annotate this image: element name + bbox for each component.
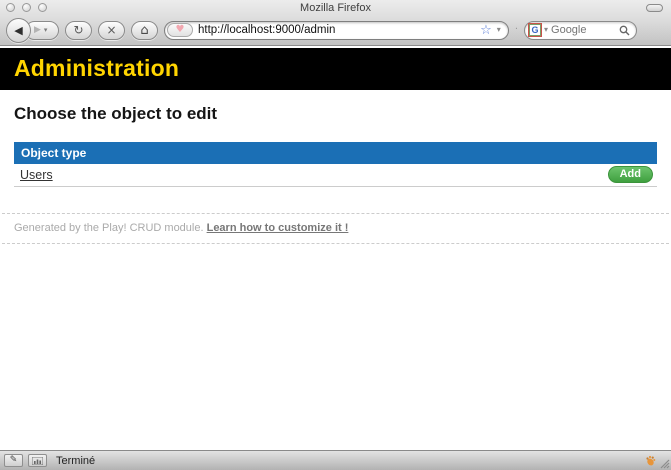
- table-row: Users Add: [14, 164, 657, 187]
- history-dropdown-icon[interactable]: ▾: [44, 27, 48, 34]
- object-type-table: Object type Users Add: [14, 142, 657, 187]
- page-viewport: Administration Choose the object to edit…: [0, 46, 671, 450]
- table-header: Object type: [14, 142, 657, 164]
- search-input[interactable]: [551, 24, 616, 36]
- google-logo-icon: G: [529, 24, 541, 36]
- back-icon: ◀: [14, 25, 22, 36]
- forward-icon: ▶: [34, 26, 41, 35]
- page-heading: Choose the object to edit: [14, 104, 657, 124]
- search-engine-dropdown-icon[interactable]: ▾: [544, 26, 548, 34]
- navigation-toolbar: ◀ ▶ ▾ ↻ × ⌂ ♥ ☆ ▾ · G ▾: [0, 15, 671, 45]
- stop-button[interactable]: ×: [98, 21, 125, 40]
- reload-button[interactable]: ↻: [65, 21, 92, 40]
- status-bar: ✎ Terminé: [0, 450, 671, 470]
- status-text: Terminé: [56, 455, 95, 467]
- search-box[interactable]: G ▾: [524, 21, 637, 40]
- window-titlebar[interactable]: Mozilla Firefox: [0, 0, 671, 15]
- window-title: Mozilla Firefox: [0, 2, 671, 14]
- browser-window: Mozilla Firefox ◀ ▶ ▾ ↻ × ⌂ ♥: [0, 0, 671, 470]
- addon-chart-button[interactable]: [28, 454, 47, 467]
- search-icon[interactable]: [619, 25, 630, 36]
- home-button[interactable]: ⌂: [131, 21, 158, 40]
- users-link[interactable]: Users: [20, 168, 53, 182]
- url-dropdown-icon[interactable]: ▾: [497, 26, 501, 34]
- chart-icon: [32, 457, 43, 465]
- bookmark-star-icon[interactable]: ☆: [480, 24, 492, 37]
- page-footer: Generated by the Play! CRUD module. Lear…: [2, 213, 669, 244]
- back-forward-group: ◀ ▶ ▾: [6, 18, 59, 43]
- reload-icon: ↻: [73, 24, 83, 36]
- customize-link[interactable]: Learn how to customize it !: [207, 222, 349, 234]
- toolbar-toggle-pill-button[interactable]: [646, 4, 663, 12]
- browser-chrome: Mozilla Firefox ◀ ▶ ▾ ↻ × ⌂ ♥: [0, 0, 671, 46]
- addon-pencil-button[interactable]: ✎: [4, 454, 23, 467]
- add-button[interactable]: Add: [608, 166, 653, 183]
- pencil-icon: ✎: [10, 456, 18, 465]
- stop-icon: ×: [106, 24, 116, 36]
- footer-text: Generated by the Play! CRUD module.: [14, 222, 207, 234]
- url-input[interactable]: [198, 24, 475, 36]
- resize-grip[interactable]: [656, 455, 670, 469]
- heart-favicon-icon: ♥: [176, 25, 185, 35]
- home-icon: ⌂: [140, 24, 148, 37]
- page-title: Administration: [14, 55, 179, 81]
- site-favicon-capsule[interactable]: ♥: [167, 23, 193, 37]
- admin-banner: Administration: [0, 48, 671, 90]
- url-bar[interactable]: ♥ ☆ ▾: [164, 21, 509, 40]
- back-button[interactable]: ◀: [6, 18, 31, 43]
- toolbar-separator-dot: ·: [515, 25, 518, 35]
